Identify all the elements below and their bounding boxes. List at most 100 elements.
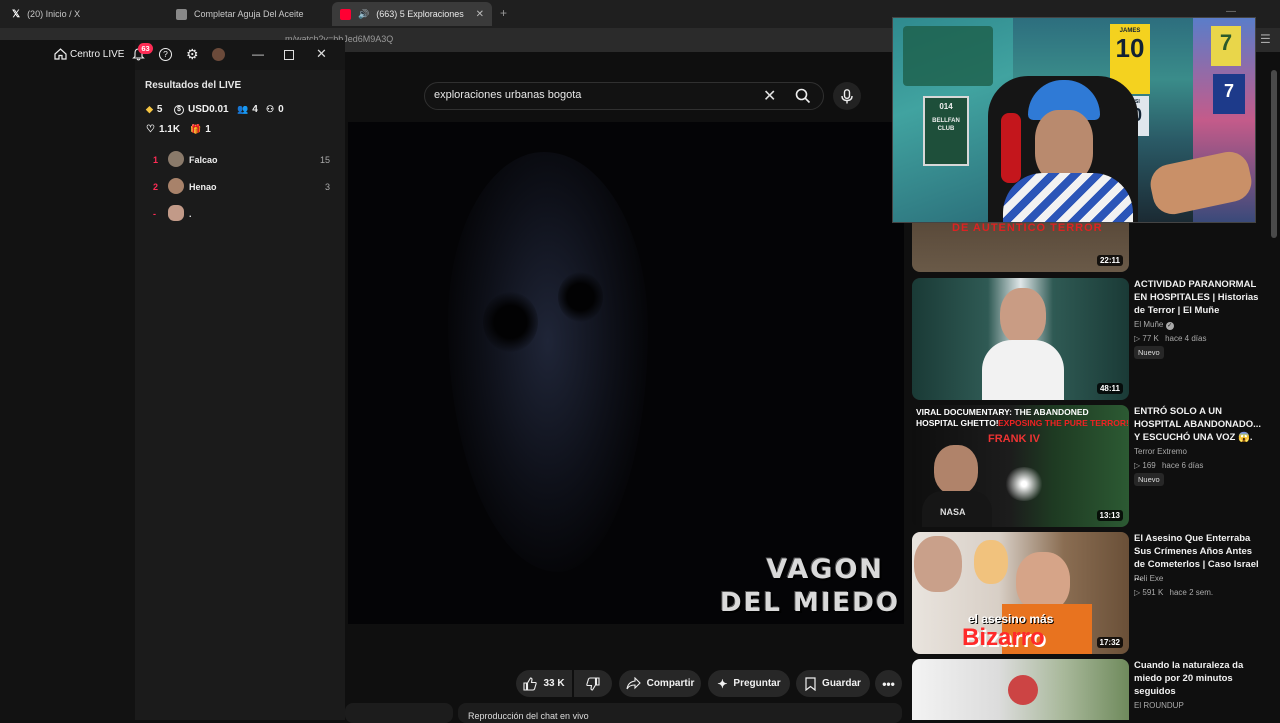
more-actions-button[interactable]: ••• <box>875 670 902 697</box>
ask-label: Preguntar <box>733 678 781 689</box>
followers-stat: ⚇ 0 <box>266 104 284 115</box>
recommendation-channel[interactable]: El ROUNDUP <box>1134 701 1184 710</box>
ranking-row[interactable]: 2 Henao 3 <box>145 177 330 197</box>
live-panel-sidebar <box>0 40 135 720</box>
diamonds-value: 5 <box>156 104 163 115</box>
recommendation-stats: ▷ 77 K hace 4 días <box>1134 334 1206 343</box>
viewer-score: 15 <box>319 155 330 165</box>
gifts-stat: 🎁 1 <box>190 124 211 135</box>
thumbnail-text: EXPOSING THE PURE TERROR! <box>998 418 1129 428</box>
avatar <box>168 151 184 167</box>
ranking-row[interactable]: - . <box>145 204 330 224</box>
thumbnail-person <box>934 445 978 495</box>
recommendation-channel[interactable]: Peli Exe <box>1134 574 1163 583</box>
upload-age: hace 2 sem. <box>1169 588 1214 597</box>
help-icon[interactable]: ? <box>159 48 172 61</box>
diamonds-stat: ◆ 5 <box>146 104 162 115</box>
recommendation-stats: ▷ 591 K hace 2 sem. <box>1134 588 1213 597</box>
avatar <box>168 178 184 194</box>
dislike-button[interactable] <box>574 670 612 697</box>
chat-replay-bar[interactable]: Reproducción del chat en vivo <box>458 703 902 723</box>
recommendation-thumbnail[interactable]: VIRAL DOCUMENTARY: THE ABANDONED HOSPITA… <box>912 405 1129 527</box>
save-label: Guardar <box>822 678 861 689</box>
settings-icon[interactable]: ⚙ <box>186 46 199 63</box>
ranking-row[interactable]: 1 Falcao 15 <box>145 150 330 170</box>
diamond-icon: ◆ <box>146 104 153 114</box>
ask-button[interactable]: ✦ Preguntar <box>708 670 790 697</box>
description-box[interactable] <box>345 703 453 723</box>
earnings-value: USD0.01 <box>188 104 229 115</box>
channel-name: Terror Extremo <box>1134 447 1187 456</box>
search-icon <box>795 88 811 104</box>
gift-icon: 🎁 <box>190 124 202 134</box>
home-icon[interactable] <box>54 47 67 65</box>
close-tab-icon[interactable]: ✕ <box>476 9 484 20</box>
recommendation-thumbnail[interactable]: el asesino más Bizarro 17:32 <box>912 532 1129 654</box>
heart-icon: ♡ <box>146 124 155 135</box>
thumbnail-text: DE AUTENTICO TERROR <box>952 222 1103 234</box>
video-overlay-title: VAGON <box>766 554 884 585</box>
search-button[interactable] <box>784 82 822 110</box>
youtube-icon <box>340 8 351 20</box>
thumbnail-coat <box>982 340 1064 400</box>
rank-number: 1 <box>153 155 159 165</box>
avatar[interactable] <box>212 48 225 61</box>
notification-count: 63 <box>138 43 153 54</box>
tab-x[interactable]: 𝕏 (20) Inicio / X <box>4 2 164 26</box>
add-user-icon: ⚇ <box>266 104 275 114</box>
thumbnail-person <box>974 540 1008 584</box>
recommendation-thumbnail[interactable]: 48:11 <box>912 278 1129 400</box>
minimize-window-icon[interactable]: — <box>1226 6 1236 17</box>
recommendation-title[interactable]: Cuando la naturaleza da miedo por 20 min… <box>1134 659 1264 698</box>
video-player[interactable]: VAGON DEL MIEDO <box>348 122 904 624</box>
upload-age: hace 4 días <box>1165 334 1207 343</box>
recommendation-thumbnail[interactable] <box>912 659 1129 720</box>
viewer-name: . <box>189 209 192 219</box>
video-duration: 22:11 <box>1096 255 1123 266</box>
thumbs-down-icon <box>586 676 600 691</box>
save-button[interactable]: Guardar <box>796 670 870 697</box>
play-icon: ▷ <box>1134 461 1141 470</box>
thumbnail-text: FRANK IV <box>988 433 1040 445</box>
results-title: Resultados del LIVE <box>145 80 242 91</box>
channel-name: Peli Exe <box>1134 574 1164 583</box>
channel-name: El Muñe <box>1134 320 1164 329</box>
share-icon <box>626 677 641 690</box>
maximize-icon[interactable] <box>284 50 294 60</box>
minimize-icon[interactable]: — <box>252 47 264 61</box>
tab-title: (663) 5 Exploraciones Urbanas <box>376 9 464 19</box>
recommendation-title[interactable]: ENTRÓ SOLO A UN HOSPITAL ABANDONADO... Y… <box>1134 405 1264 444</box>
view-count: 591 K <box>1142 588 1164 597</box>
speaker-icon: 🔊 <box>358 8 370 19</box>
clear-search-icon[interactable]: ✕ <box>763 86 776 106</box>
video-frame-shadow <box>483 292 538 352</box>
recommendation-channel[interactable]: El Muñe ✓ <box>1134 320 1174 330</box>
view-count: 169 <box>1142 461 1156 470</box>
new-tab-icon[interactable]: + <box>500 6 507 20</box>
tab-title: Completar Aguja Del Aceite <box>194 9 304 19</box>
recommendation-channel[interactable]: Terror Extremo <box>1134 447 1187 456</box>
share-button[interactable]: Compartir <box>619 670 701 697</box>
like-button[interactable]: 33 K <box>516 670 572 697</box>
viewer-score: 3 <box>324 182 330 192</box>
menu-icon[interactable]: ☰ <box>1260 32 1271 46</box>
bookmark-icon <box>805 676 816 691</box>
tab-aguja[interactable]: Completar Aguja Del Aceite <box>168 2 328 26</box>
view-count: 77 K <box>1142 334 1159 343</box>
center-live-label[interactable]: Centro LIVE <box>70 49 124 60</box>
viewer-name: Henao <box>189 182 217 192</box>
voice-search-button[interactable] <box>833 82 861 110</box>
close-icon[interactable]: ✕ <box>316 46 327 62</box>
thumbnail-text: HOSPITAL GHETTO! <box>916 418 999 428</box>
search-query: exploraciones urbanas bogota <box>434 89 582 101</box>
thumbnail-text: Bizarro <box>962 624 1045 651</box>
page-scrollbar[interactable] <box>1271 70 1277 238</box>
tab-youtube[interactable]: 🔊 (663) 5 Exploraciones Urbanas ✕ <box>332 2 492 26</box>
like-count: 33 K <box>543 678 565 689</box>
new-badge: Nuevo <box>1134 473 1164 486</box>
avatar <box>168 205 184 221</box>
thumbnail-person <box>1000 288 1046 344</box>
people-icon: 👥 <box>237 104 249 114</box>
video-duration: 17:32 <box>1096 637 1123 648</box>
recommendation-title[interactable]: ACTIVIDAD PARANORMAL EN HOSPITALES | His… <box>1134 278 1264 317</box>
